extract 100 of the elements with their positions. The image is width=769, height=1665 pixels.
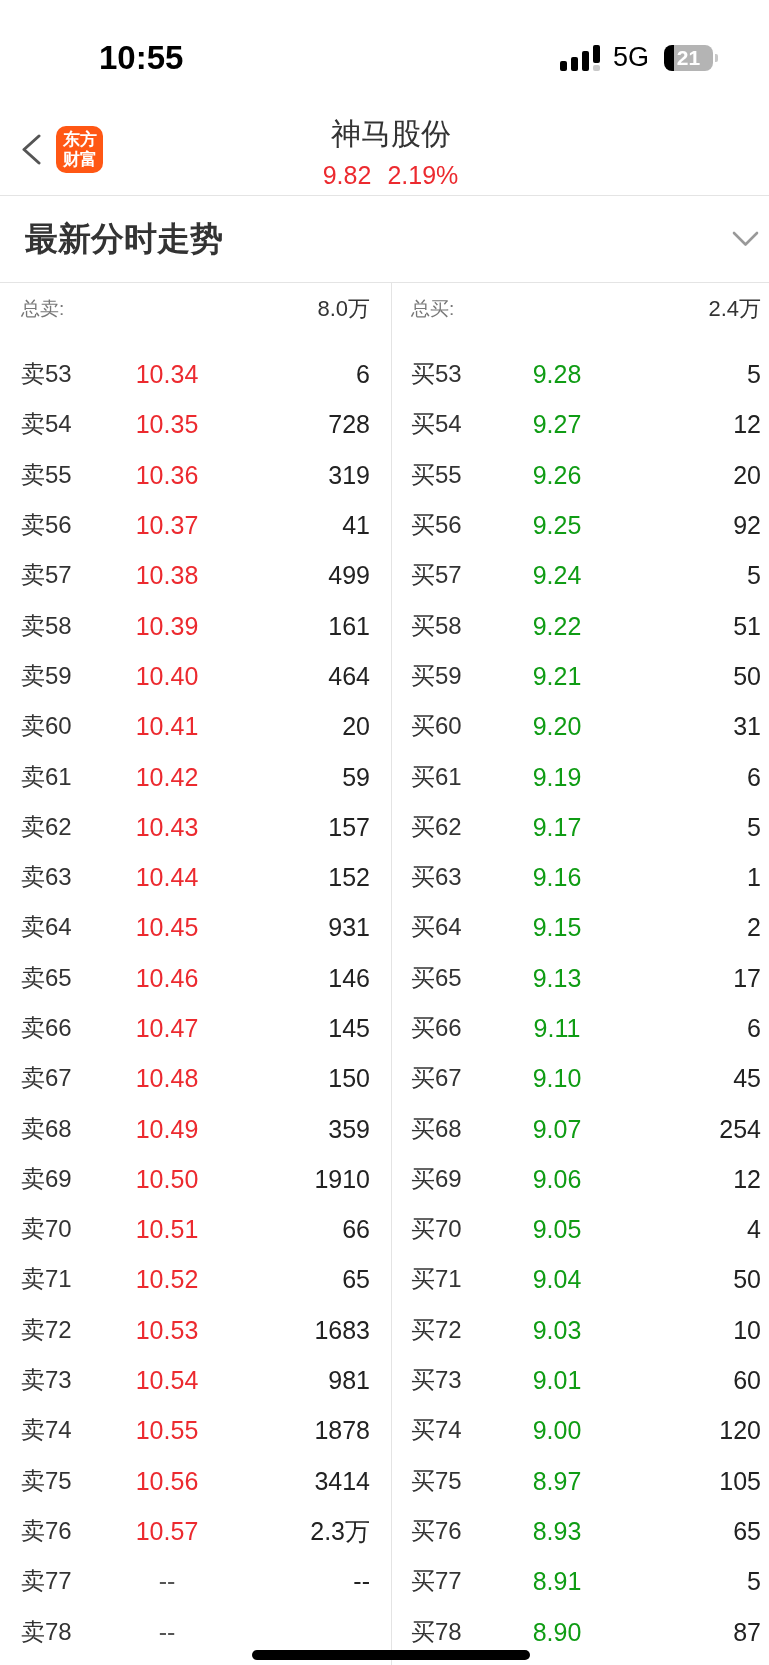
volume-value: 981 bbox=[328, 1366, 370, 1395]
order-level-label: 卖53 bbox=[21, 360, 72, 389]
volume-value: 4 bbox=[747, 1215, 761, 1244]
volume-value: 5 bbox=[747, 1567, 761, 1596]
order-level-label: 买71 bbox=[411, 1265, 462, 1294]
price-value: 9.27 bbox=[532, 410, 582, 439]
price-value: 10.40 bbox=[135, 661, 199, 690]
order-level-label: 买60 bbox=[411, 712, 462, 741]
order-level-label: 卖64 bbox=[21, 913, 72, 942]
volume-value: 65 bbox=[342, 1265, 370, 1294]
volume-value: 105 bbox=[719, 1466, 761, 1495]
price-value: 9.06 bbox=[532, 1164, 582, 1193]
order-level-label: 买63 bbox=[411, 863, 462, 892]
total-label: 总卖: bbox=[21, 297, 65, 321]
price-value: 9.10 bbox=[532, 1064, 582, 1093]
price-value: 9.17 bbox=[532, 812, 582, 841]
order-level-label: 买78 bbox=[411, 1617, 462, 1646]
app-logo: 东方财富 bbox=[56, 126, 103, 173]
volume-value: 2.3万 bbox=[310, 1516, 370, 1545]
chevron-down-icon[interactable] bbox=[732, 231, 759, 247]
volume-value: 10 bbox=[733, 1315, 761, 1344]
total-value: 8.0万 bbox=[317, 296, 370, 322]
volume-value: 1 bbox=[747, 863, 761, 892]
volume-value: 5 bbox=[747, 561, 761, 590]
volume-value: 499 bbox=[328, 561, 370, 590]
volume-value: 41 bbox=[342, 511, 370, 540]
price-value: 10.53 bbox=[135, 1315, 199, 1344]
volume-value: 931 bbox=[328, 913, 370, 942]
order-level-label: 卖69 bbox=[21, 1164, 72, 1193]
price-value: 10.43 bbox=[135, 812, 199, 841]
order-level-label: 买54 bbox=[411, 410, 462, 439]
order-level-label: 卖57 bbox=[21, 561, 72, 590]
order-level-label: 卖56 bbox=[21, 511, 72, 540]
order-level-label: 买77 bbox=[411, 1567, 462, 1596]
price-value: 10.46 bbox=[135, 963, 199, 992]
volume-value: 146 bbox=[328, 963, 370, 992]
order-level-label: 买69 bbox=[411, 1164, 462, 1193]
volume-value: 728 bbox=[328, 410, 370, 439]
price-change-percent: 2.19% bbox=[387, 160, 459, 190]
volume-value: 60 bbox=[733, 1366, 761, 1395]
order-level-label: 买59 bbox=[411, 661, 462, 690]
volume-value: 12 bbox=[733, 1164, 761, 1193]
order-level-label: 买72 bbox=[411, 1315, 462, 1344]
back-icon[interactable] bbox=[21, 134, 41, 165]
volume-value: 51 bbox=[733, 611, 761, 640]
order-level-label: 买61 bbox=[411, 762, 462, 791]
volume-value: 152 bbox=[328, 863, 370, 892]
volume-value: -- bbox=[353, 1567, 370, 1596]
order-level-label: 买64 bbox=[411, 913, 462, 942]
price-value: 10.47 bbox=[135, 1014, 199, 1042]
price-value: 10.42 bbox=[135, 762, 199, 791]
price-value: 10.34 bbox=[135, 360, 199, 389]
order-level-label: 卖66 bbox=[21, 1014, 72, 1042]
order-level-label: 卖68 bbox=[21, 1114, 72, 1143]
order-level-label: 买75 bbox=[411, 1466, 462, 1495]
volume-value: 1683 bbox=[314, 1315, 370, 1344]
section-title: 最新分时走势 bbox=[25, 219, 223, 259]
price-value: 10.50 bbox=[135, 1164, 199, 1193]
order-level-label: 卖63 bbox=[21, 863, 72, 892]
order-level-label: 卖78 bbox=[21, 1617, 72, 1646]
volume-value: 3414 bbox=[314, 1466, 370, 1495]
volume-value: 59 bbox=[342, 762, 370, 791]
volume-value: 45 bbox=[733, 1064, 761, 1093]
volume-value: 20 bbox=[733, 460, 761, 489]
price-value: 10.49 bbox=[135, 1114, 199, 1143]
volume-value: 31 bbox=[733, 712, 761, 741]
volume-value: 12 bbox=[733, 410, 761, 439]
volume-value: 87 bbox=[733, 1617, 761, 1646]
order-level-label: 买57 bbox=[411, 561, 462, 590]
order-level-label: 买76 bbox=[411, 1516, 462, 1545]
price-value: 9.07 bbox=[532, 1114, 582, 1143]
price-value: 10.37 bbox=[135, 511, 199, 540]
volume-value: 5 bbox=[747, 360, 761, 389]
order-level-label: 买66 bbox=[411, 1014, 462, 1042]
volume-value: 319 bbox=[328, 460, 370, 489]
volume-value: 1878 bbox=[314, 1416, 370, 1445]
price-value: 10.51 bbox=[135, 1215, 199, 1244]
order-level-label: 买55 bbox=[411, 460, 462, 489]
price-value: -- bbox=[158, 1617, 176, 1646]
order-level-label: 买53 bbox=[411, 360, 462, 389]
volume-value: 464 bbox=[328, 661, 370, 690]
price-value: 9.00 bbox=[532, 1416, 582, 1445]
volume-value: 120 bbox=[719, 1416, 761, 1445]
volume-value: 359 bbox=[328, 1114, 370, 1143]
volume-value: 92 bbox=[733, 511, 761, 540]
price-value: 10.45 bbox=[135, 913, 199, 942]
order-level-label: 卖67 bbox=[21, 1064, 72, 1093]
volume-value: 254 bbox=[719, 1114, 761, 1143]
order-level-label: 卖77 bbox=[21, 1567, 72, 1596]
price-value: 9.19 bbox=[532, 762, 582, 791]
battery-indicator: 21 bbox=[664, 44, 718, 71]
price-value: 9.13 bbox=[532, 963, 582, 992]
volume-value: 50 bbox=[733, 661, 761, 690]
volume-value: 6 bbox=[747, 762, 761, 791]
price-value: 9.28 bbox=[532, 360, 582, 389]
status-time: 10:55 bbox=[99, 41, 184, 74]
price-value: 9.11 bbox=[533, 1014, 581, 1042]
network-label: 5G bbox=[612, 44, 649, 71]
order-level-label: 卖59 bbox=[21, 661, 72, 690]
volume-value: 66 bbox=[342, 1215, 370, 1244]
